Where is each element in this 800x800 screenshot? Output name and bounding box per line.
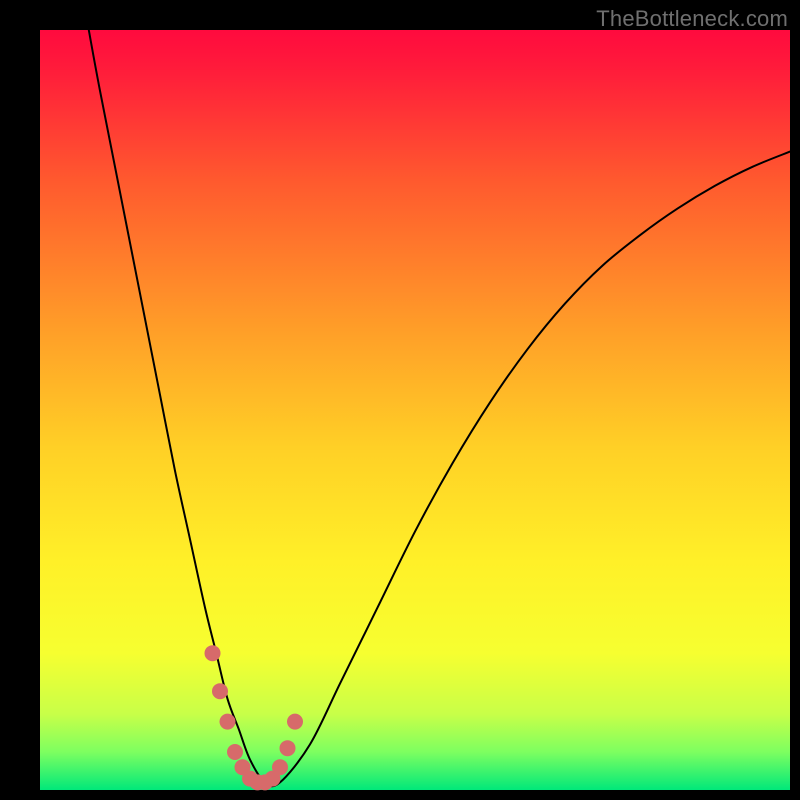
highlight-dot: [272, 759, 288, 775]
chart-frame: TheBottleneck.com: [0, 0, 800, 800]
watermark-text: TheBottleneck.com: [596, 6, 788, 32]
highlight-dot: [212, 683, 228, 699]
highlight-dot: [280, 740, 296, 756]
plot-background: [40, 30, 790, 790]
highlight-dot: [205, 645, 221, 661]
bottleneck-chart: [0, 0, 800, 800]
highlight-dot: [227, 744, 243, 760]
highlight-dot: [287, 714, 303, 730]
highlight-dot: [220, 714, 236, 730]
